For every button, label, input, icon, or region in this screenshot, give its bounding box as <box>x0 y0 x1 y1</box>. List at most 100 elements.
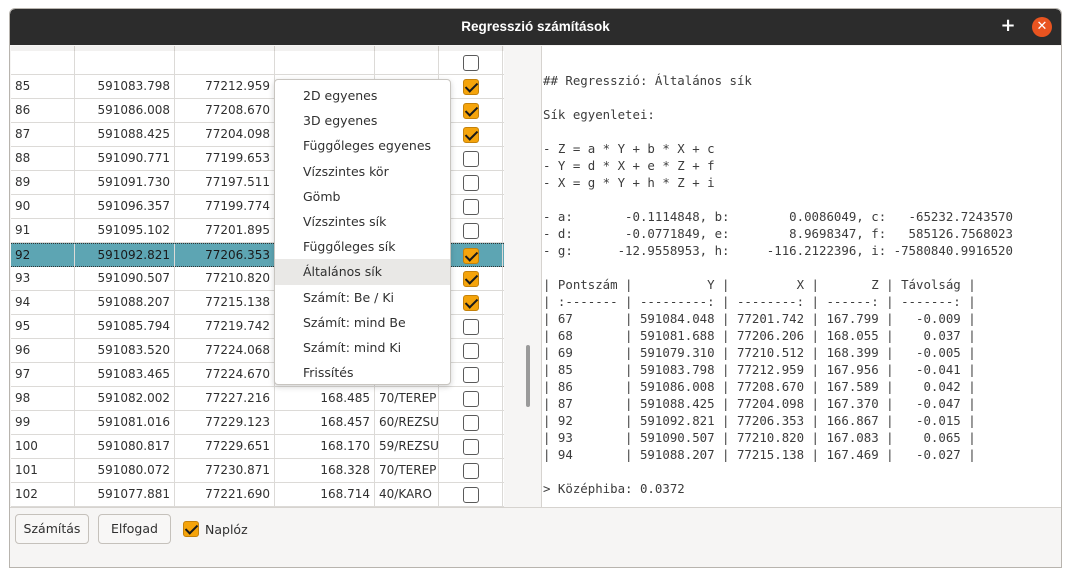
table-row[interactable]: 99 591081.016 77229.123 168.457 60/REZSU <box>11 411 504 435</box>
szamit-checkbox[interactable] <box>462 342 479 359</box>
psz-cell[interactable]: 89 <box>11 171 75 194</box>
y-cell[interactable]: 591081.016 <box>75 411 175 434</box>
kod-cell[interactable]: 40/KARO <box>375 483 439 506</box>
result-output-panel[interactable]: ## Regresszió: Általános sík Sík egyenle… <box>541 46 1061 507</box>
x-cell[interactable]: 77224.068 <box>175 339 275 362</box>
y-cell[interactable]: 591092.821 <box>75 244 175 267</box>
psz-cell[interactable]: 102 <box>11 483 75 506</box>
menu-item[interactable]: Általános sík <box>275 259 450 285</box>
menu-item[interactable]: Számít: mind Ki <box>275 335 450 360</box>
szamit-checkbox[interactable] <box>462 318 479 335</box>
x-cell[interactable]: 77224.670 <box>175 363 275 386</box>
x-cell[interactable]: 77229.651 <box>175 435 275 458</box>
table-scrollbar[interactable] <box>526 345 530 407</box>
z-cell[interactable]: 168.328 <box>275 459 375 482</box>
szamit-checkbox[interactable] <box>462 486 479 503</box>
szamit-checkbox[interactable] <box>462 366 479 383</box>
x-cell[interactable]: 77208.670 <box>175 99 275 122</box>
x-cell[interactable]: 77206.353 <box>175 244 275 267</box>
table-row[interactable]: 102 591077.881 77221.690 168.714 40/KARO <box>11 483 504 507</box>
x-cell[interactable]: 77230.871 <box>175 459 275 482</box>
log-checkbox[interactable] <box>183 521 199 537</box>
menu-item[interactable]: Gömb <box>275 184 450 209</box>
x-cell[interactable]: 77201.895 <box>175 219 275 242</box>
maximize-plus-icon[interactable]: + <box>998 16 1018 36</box>
x-cell[interactable]: 77227.216 <box>175 387 275 410</box>
szamit-checkbox[interactable] <box>462 78 479 95</box>
menu-item[interactable]: Vízszintes kör <box>275 159 450 184</box>
psz-cell[interactable]: 94 <box>11 291 75 314</box>
y-cell[interactable]: 591080.072 <box>75 459 175 482</box>
szamit-checkbox[interactable] <box>462 126 479 143</box>
y-cell[interactable]: 591088.207 <box>75 291 175 314</box>
menu-item[interactable]: Vízszintes sík <box>275 209 450 234</box>
psz-cell[interactable]: 88 <box>11 147 75 170</box>
psz-cell[interactable] <box>11 51 75 74</box>
y-cell[interactable]: 591096.357 <box>75 195 175 218</box>
psz-cell[interactable]: 99 <box>11 411 75 434</box>
y-cell[interactable]: 591083.798 <box>75 75 175 98</box>
title-bar[interactable]: Regresszió számítások + ✕ <box>10 9 1061 45</box>
szamit-checkbox[interactable] <box>462 54 479 71</box>
x-cell[interactable]: 77199.774 <box>175 195 275 218</box>
szamit-checkbox[interactable] <box>462 390 479 407</box>
kod-cell[interactable]: 70/TEREP <box>375 387 439 410</box>
psz-cell[interactable]: 95 <box>11 315 75 338</box>
szamit-checkbox[interactable] <box>462 462 479 479</box>
z-cell[interactable]: 168.457 <box>275 411 375 434</box>
table-row[interactable]: 101 591080.072 77230.871 168.328 70/TEREP <box>11 459 504 483</box>
z-cell[interactable] <box>275 51 375 74</box>
y-cell[interactable]: 591088.425 <box>75 123 175 146</box>
psz-cell[interactable]: 85 <box>11 75 75 98</box>
psz-cell[interactable]: 101 <box>11 459 75 482</box>
szamit-checkbox[interactable] <box>462 247 479 264</box>
z-cell[interactable]: 168.170 <box>275 435 375 458</box>
psz-cell[interactable]: 86 <box>11 99 75 122</box>
table-row[interactable]: 98 591082.002 77227.216 168.485 70/TEREP <box>11 387 504 411</box>
accept-button[interactable]: Elfogad <box>98 514 171 544</box>
menu-item[interactable]: Számít: mind Be <box>275 310 450 335</box>
y-cell[interactable]: 591080.817 <box>75 435 175 458</box>
szamit-checkbox[interactable] <box>462 198 479 215</box>
calculate-button[interactable]: Számítás <box>15 514 89 544</box>
y-cell[interactable]: 591090.771 <box>75 147 175 170</box>
szamit-checkbox[interactable] <box>462 102 479 119</box>
psz-cell[interactable]: 100 <box>11 435 75 458</box>
y-cell[interactable]: 591083.520 <box>75 339 175 362</box>
menu-item[interactable]: Számít: Be / Ki <box>275 285 450 310</box>
x-cell[interactable]: 77204.098 <box>175 123 275 146</box>
y-cell[interactable]: 591090.507 <box>75 267 175 290</box>
x-cell[interactable]: 77199.653 <box>175 147 275 170</box>
z-cell[interactable]: 168.714 <box>275 483 375 506</box>
x-cell[interactable]: 77221.690 <box>175 483 275 506</box>
x-cell[interactable]: 77212.959 <box>175 75 275 98</box>
menu-item[interactable]: Függőleges sík <box>275 234 450 259</box>
psz-cell[interactable]: 91 <box>11 219 75 242</box>
kod-cell[interactable] <box>375 51 439 74</box>
y-cell[interactable]: 591082.002 <box>75 387 175 410</box>
psz-cell[interactable]: 92 <box>11 244 75 267</box>
x-cell[interactable]: 77215.138 <box>175 291 275 314</box>
x-cell[interactable]: 77229.123 <box>175 411 275 434</box>
y-cell[interactable]: 591083.465 <box>75 363 175 386</box>
y-cell[interactable]: 591077.881 <box>75 483 175 506</box>
menu-item[interactable]: Függőleges egyenes <box>275 133 450 158</box>
szamit-checkbox[interactable] <box>462 270 479 287</box>
menu-item[interactable]: Frissítés <box>275 360 450 385</box>
psz-cell[interactable]: 87 <box>11 123 75 146</box>
szamit-checkbox[interactable] <box>462 294 479 311</box>
close-icon[interactable]: ✕ <box>1032 17 1052 37</box>
x-cell[interactable]: 77197.511 <box>175 171 275 194</box>
y-cell[interactable] <box>75 51 175 74</box>
menu-item[interactable]: 2D egyenes <box>275 83 450 108</box>
y-cell[interactable]: 591091.730 <box>75 171 175 194</box>
szamit-checkbox[interactable] <box>462 222 479 239</box>
kod-cell[interactable]: 70/TEREP <box>375 459 439 482</box>
szamit-checkbox[interactable] <box>462 174 479 191</box>
szamit-checkbox[interactable] <box>462 150 479 167</box>
table-row[interactable] <box>11 51 504 75</box>
x-cell[interactable] <box>175 51 275 74</box>
y-cell[interactable]: 591095.102 <box>75 219 175 242</box>
kod-cell[interactable]: 59/REZSU <box>375 435 439 458</box>
psz-cell[interactable]: 96 <box>11 339 75 362</box>
